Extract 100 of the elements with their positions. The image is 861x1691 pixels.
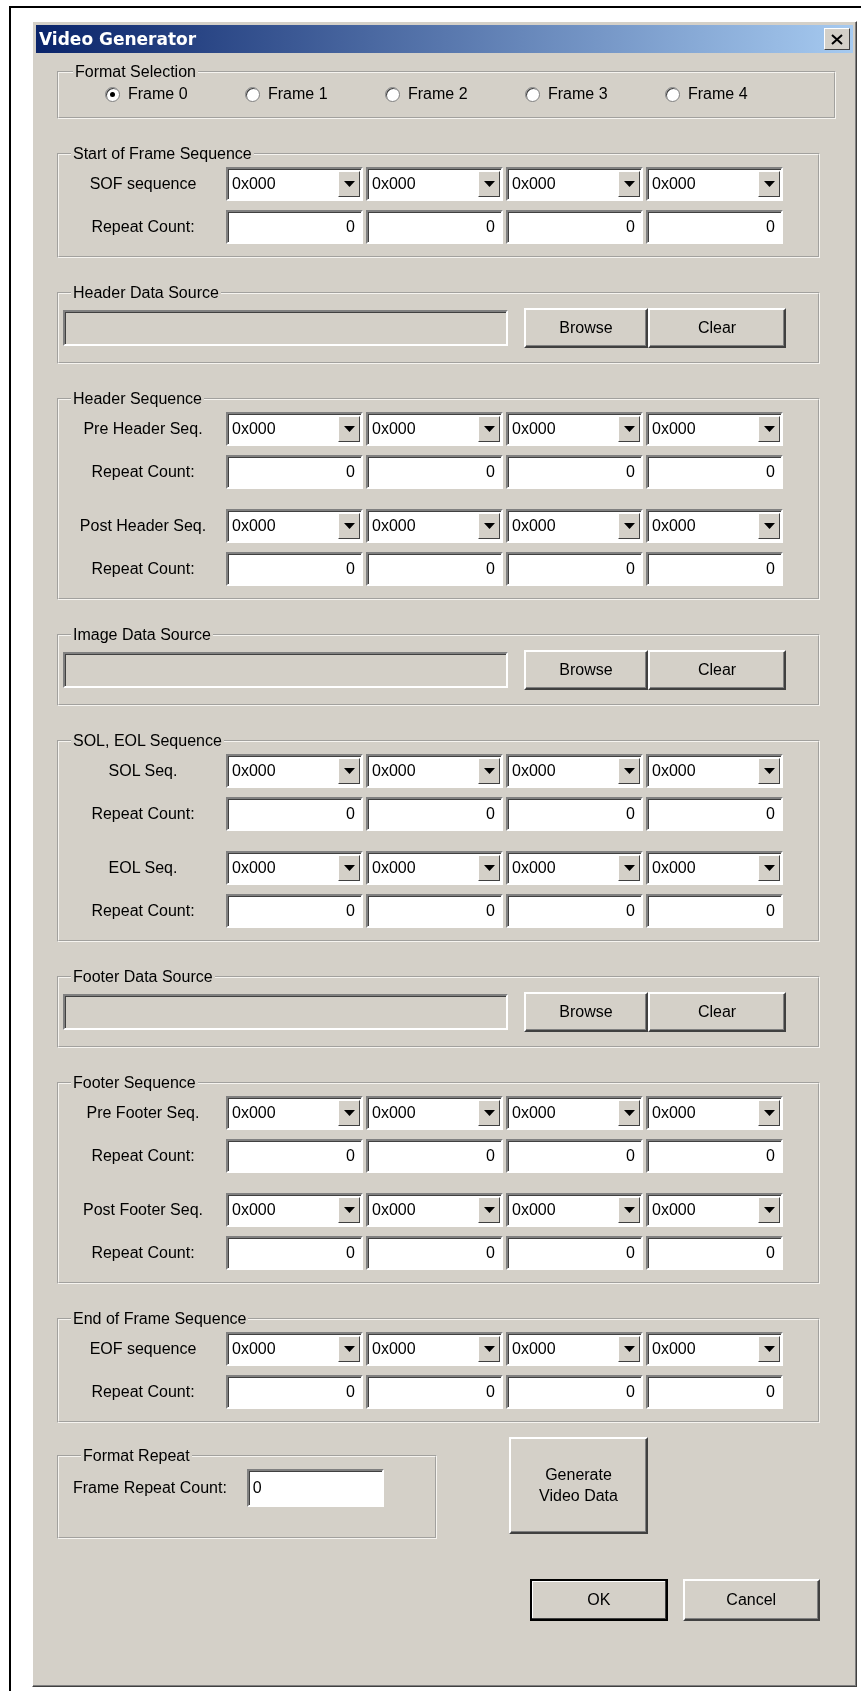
repeat-count-field[interactable]: 0	[226, 455, 363, 489]
repeat-count-field[interactable]: 0	[506, 1139, 643, 1173]
repeat-count-field[interactable]: 0	[226, 552, 363, 586]
dialog-button[interactable]: Cancel	[682, 1579, 820, 1621]
dropdown-field[interactable]: 0x000	[366, 167, 503, 201]
dropdown-field[interactable]: 0x000	[226, 1193, 363, 1227]
repeat-count-field[interactable]: 0	[646, 894, 783, 928]
repeat-count-field[interactable]: 0	[646, 552, 783, 586]
dropdown-field[interactable]: 0x000	[506, 851, 643, 885]
repeat-count-field[interactable]: 0	[226, 1139, 363, 1173]
dropdown-button[interactable]	[618, 1100, 640, 1126]
dropdown-button[interactable]	[618, 513, 640, 539]
source-button[interactable]: Clear	[648, 992, 786, 1032]
repeat-count-field[interactable]: 0	[506, 1375, 643, 1409]
repeat-count-field[interactable]: 0	[366, 797, 503, 831]
repeat-count-field[interactable]: 0	[226, 1236, 363, 1270]
repeat-count-field[interactable]: 0	[506, 455, 643, 489]
repeat-count-field[interactable]: 0	[506, 210, 643, 244]
dropdown-field[interactable]: 0x000	[226, 851, 363, 885]
dropdown-button[interactable]	[758, 1197, 780, 1223]
dropdown-button[interactable]	[338, 855, 360, 881]
dropdown-field[interactable]: 0x000	[646, 851, 783, 885]
dropdown-button[interactable]	[618, 1197, 640, 1223]
dropdown-field[interactable]: 0x000	[226, 509, 363, 543]
repeat-count-field[interactable]: 0	[366, 1375, 503, 1409]
repeat-count-field[interactable]: 0	[366, 894, 503, 928]
repeat-count-field[interactable]: 0	[506, 552, 643, 586]
source-button[interactable]: Browse	[524, 308, 648, 348]
dropdown-button[interactable]	[758, 513, 780, 539]
dropdown-field[interactable]: 0x000	[646, 412, 783, 446]
dropdown-button[interactable]	[338, 171, 360, 197]
dropdown-button[interactable]	[478, 855, 500, 881]
dropdown-button[interactable]	[478, 416, 500, 442]
repeat-count-field[interactable]: 0	[226, 894, 363, 928]
repeat-count-field[interactable]: 0	[506, 1236, 643, 1270]
dropdown-field[interactable]: 0x000	[366, 851, 503, 885]
dropdown-button[interactable]	[478, 513, 500, 539]
dropdown-button[interactable]	[478, 171, 500, 197]
dropdown-button[interactable]	[758, 416, 780, 442]
repeat-count-field[interactable]: 0	[366, 210, 503, 244]
repeat-count-field[interactable]: 0	[226, 797, 363, 831]
dropdown-field[interactable]: 0x000	[226, 754, 363, 788]
file-path-field[interactable]	[63, 994, 508, 1030]
radio-label[interactable]: Frame 0	[128, 85, 188, 103]
repeat-count-field[interactable]: 0	[506, 894, 643, 928]
dropdown-button[interactable]	[478, 1100, 500, 1126]
dropdown-field[interactable]: 0x000	[646, 509, 783, 543]
source-button[interactable]: Clear	[648, 650, 786, 690]
close-button[interactable]	[824, 28, 850, 50]
dropdown-button[interactable]	[758, 758, 780, 784]
radio-label[interactable]: Frame 1	[268, 85, 328, 103]
radio-label[interactable]: Frame 4	[688, 85, 748, 103]
repeat-count-field[interactable]: 0	[646, 1236, 783, 1270]
dropdown-field[interactable]: 0x000	[646, 1332, 783, 1366]
frame-repeat-field[interactable]: 0	[246, 1469, 384, 1507]
dropdown-field[interactable]: 0x000	[506, 754, 643, 788]
dropdown-field[interactable]: 0x000	[226, 1096, 363, 1130]
source-button[interactable]: Browse	[524, 992, 648, 1032]
dropdown-field[interactable]: 0x000	[506, 412, 643, 446]
radio-label[interactable]: Frame 2	[408, 85, 468, 103]
dropdown-field[interactable]: 0x000	[506, 1096, 643, 1130]
radio-button[interactable]	[665, 86, 680, 102]
dropdown-button[interactable]	[758, 1336, 780, 1362]
repeat-count-field[interactable]: 0	[646, 797, 783, 831]
repeat-count-field[interactable]: 0	[646, 1139, 783, 1173]
dropdown-button[interactable]	[478, 758, 500, 784]
radio-label[interactable]: Frame 3	[548, 85, 608, 103]
dropdown-button[interactable]	[478, 1336, 500, 1362]
repeat-count-field[interactable]: 0	[646, 1375, 783, 1409]
dropdown-field[interactable]: 0x000	[506, 167, 643, 201]
dropdown-field[interactable]: 0x000	[366, 412, 503, 446]
dropdown-field[interactable]: 0x000	[646, 167, 783, 201]
repeat-count-field[interactable]: 0	[646, 455, 783, 489]
repeat-count-field[interactable]: 0	[366, 552, 503, 586]
dropdown-field[interactable]: 0x000	[366, 1096, 503, 1130]
source-button[interactable]: Clear	[648, 308, 786, 348]
file-path-field[interactable]	[63, 652, 508, 688]
dropdown-button[interactable]	[618, 416, 640, 442]
dropdown-field[interactable]: 0x000	[506, 1193, 643, 1227]
dropdown-button[interactable]	[478, 1197, 500, 1223]
dropdown-button[interactable]	[338, 513, 360, 539]
dropdown-field[interactable]: 0x000	[366, 1193, 503, 1227]
repeat-count-field[interactable]: 0	[506, 797, 643, 831]
dropdown-button[interactable]	[338, 1100, 360, 1126]
source-button[interactable]: Browse	[524, 650, 648, 690]
repeat-count-field[interactable]: 0	[366, 1139, 503, 1173]
generate-button[interactable]: Generate Video Data	[509, 1437, 648, 1534]
dropdown-button[interactable]	[338, 1336, 360, 1362]
repeat-count-field[interactable]: 0	[226, 210, 363, 244]
dropdown-field[interactable]: 0x000	[366, 1332, 503, 1366]
repeat-count-field[interactable]: 0	[366, 1236, 503, 1270]
dialog-button[interactable]: OK	[530, 1579, 668, 1621]
repeat-count-field[interactable]: 0	[366, 455, 503, 489]
dropdown-field[interactable]: 0x000	[226, 1332, 363, 1366]
dropdown-field[interactable]: 0x000	[226, 167, 363, 201]
dropdown-field[interactable]: 0x000	[226, 412, 363, 446]
dropdown-button[interactable]	[758, 1100, 780, 1126]
dropdown-button[interactable]	[618, 171, 640, 197]
dropdown-field[interactable]: 0x000	[506, 509, 643, 543]
dropdown-field[interactable]: 0x000	[646, 754, 783, 788]
